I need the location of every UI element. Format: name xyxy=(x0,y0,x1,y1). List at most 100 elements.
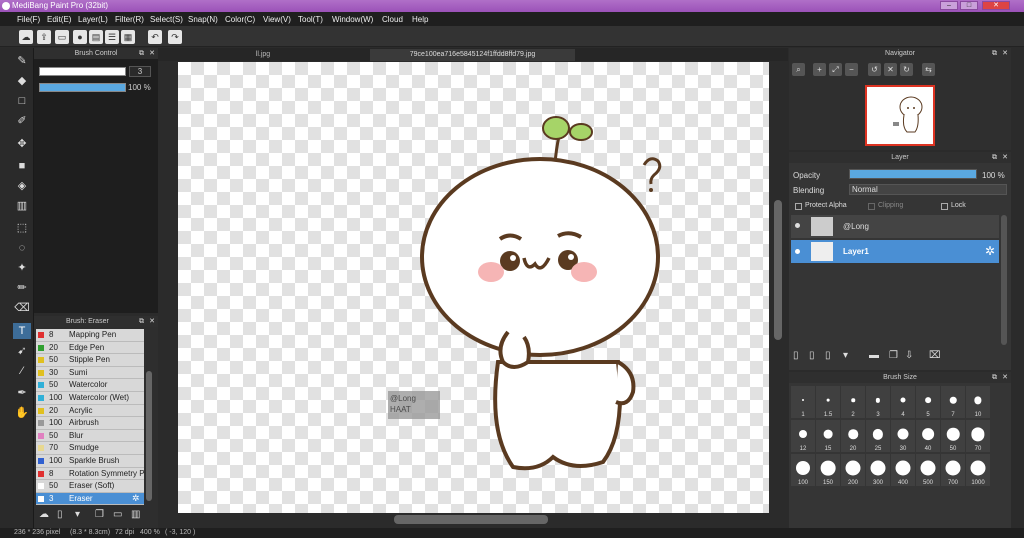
brush-item[interactable]: 3 Eraser ✲ xyxy=(36,492,144,506)
brush-item[interactable]: 100 Sparkle Brush xyxy=(36,455,144,468)
list-icon[interactable]: ☰ xyxy=(105,30,119,44)
brush-item[interactable]: 50 Watercolor xyxy=(36,379,144,392)
visibility-icon[interactable] xyxy=(795,223,800,228)
brush-size-option[interactable]: 700 xyxy=(941,454,965,486)
select-pen-icon[interactable]: ✏ xyxy=(13,280,31,296)
magic-wand-icon[interactable]: ✦ xyxy=(13,260,31,276)
close-panel-icon[interactable]: ✕ xyxy=(149,316,155,327)
operation-tool-icon[interactable]: ➹ xyxy=(13,343,31,359)
delete-brush-icon[interactable]: ▥ xyxy=(131,509,140,520)
select-tool-icon[interactable]: ⬚ xyxy=(13,220,31,236)
dropper-tool-icon[interactable]: ⁄ xyxy=(13,363,31,379)
cloud-icon[interactable]: ☁ xyxy=(19,30,33,44)
copy-brush-icon[interactable]: ❐ xyxy=(95,509,104,520)
navigator-thumbnail[interactable] xyxy=(865,85,935,146)
layer-opacity-slider[interactable] xyxy=(849,169,977,179)
flip-icon[interactable]: ⇆ xyxy=(922,63,935,76)
brush-size-option[interactable]: 5 xyxy=(916,386,940,418)
redo-icon[interactable]: ↷ xyxy=(168,30,182,44)
gradient-tool-icon[interactable]: ▥ xyxy=(13,198,31,214)
add-brush-icon[interactable]: ▾ xyxy=(75,509,80,520)
brush-item[interactable]: 50 Eraser (Soft) xyxy=(36,480,144,493)
brush-size-option[interactable]: 1 xyxy=(791,386,815,418)
layer-row-selected[interactable]: Layer1 ✲ xyxy=(791,240,999,263)
menu-cloud[interactable]: Cloud xyxy=(382,15,403,24)
brush-item[interactable]: 20 Acrylic xyxy=(36,404,144,418)
layer-list-scrollbar[interactable] xyxy=(1001,215,1007,345)
brush-opacity-slider[interactable] xyxy=(39,83,126,92)
brush-size-option[interactable]: 400 xyxy=(891,454,915,486)
brush-item[interactable]: 8 Rotation Symmetry Pe xyxy=(36,467,144,481)
brush-size-option[interactable]: 25 xyxy=(866,420,890,452)
brush-size-option[interactable]: 1000 xyxy=(966,454,990,486)
tab-active-document[interactable]: 79ce100ea716e5845124f1ffdd8ffd79.jpg xyxy=(370,49,575,61)
chat-icon[interactable]: ● xyxy=(73,30,87,44)
brush-settings-gear-icon[interactable]: ✲ xyxy=(132,493,140,504)
brush-size-option[interactable]: 200 xyxy=(841,454,865,486)
cloud-brush-icon[interactable]: ☁ xyxy=(39,509,49,520)
vertical-scroll-thumb[interactable] xyxy=(774,200,782,340)
menu-layer[interactable]: Layer(L) xyxy=(78,15,108,24)
brush-size-option[interactable]: 15 xyxy=(816,420,840,452)
menu-snap[interactable]: Snap(N) xyxy=(188,15,218,24)
brush-size-option[interactable]: 500 xyxy=(916,454,940,486)
menu-view[interactable]: View(V) xyxy=(263,15,291,24)
move-tool-icon[interactable]: ✥ xyxy=(13,136,31,152)
brush-item[interactable]: 8 Mapping Pen xyxy=(36,329,144,342)
brush-item[interactable]: 20 Edge Pen xyxy=(36,341,144,355)
fit-icon[interactable]: ⤢ xyxy=(829,63,842,76)
brush-size-option[interactable]: 300 xyxy=(866,454,890,486)
pen-tool-icon[interactable]: ✒ xyxy=(13,385,31,401)
canvas[interactable]: @Long HAAT xyxy=(178,62,769,513)
close-panel-icon[interactable]: ✕ xyxy=(1002,48,1008,59)
close-panel-icon[interactable]: ✕ xyxy=(149,48,155,59)
brush-size-option[interactable]: 1.5 xyxy=(816,386,840,418)
new-brush-icon[interactable]: ▯ xyxy=(57,509,63,520)
layer-settings-gear-icon[interactable]: ✲ xyxy=(985,244,995,258)
layer-row[interactable]: @Long xyxy=(791,215,999,238)
brush-item[interactable]: 50 Stipple Pen xyxy=(36,354,144,367)
menu-edit[interactable]: Edit(E) xyxy=(47,15,71,24)
brush-tool-icon[interactable]: ✎ xyxy=(13,53,31,69)
brush-size-option[interactable]: 3 xyxy=(866,386,890,418)
menu-file[interactable]: File(F) xyxy=(17,15,40,24)
undo-icon[interactable]: ↶ xyxy=(148,30,162,44)
float-icon[interactable]: ⧉ xyxy=(992,372,997,383)
brush-size-option[interactable]: 10 xyxy=(966,386,990,418)
comment-icon[interactable]: ▭ xyxy=(55,30,69,44)
clipping-checkbox[interactable] xyxy=(868,203,875,210)
horizontal-scroll-thumb[interactable] xyxy=(394,515,548,524)
protect-alpha-checkbox[interactable] xyxy=(795,203,802,210)
menu-window[interactable]: Window(W) xyxy=(332,15,373,24)
brush-size-option[interactable]: 2 xyxy=(841,386,865,418)
brush-size-option[interactable]: 50 xyxy=(941,420,965,452)
add-layer-menu-icon[interactable]: ▾ xyxy=(843,350,848,361)
brush-size-option[interactable]: 12 xyxy=(791,420,815,452)
float-icon[interactable]: ⧉ xyxy=(992,48,997,59)
brush-list-scrollbar[interactable] xyxy=(146,371,152,501)
brush-size-option[interactable]: 150 xyxy=(816,454,840,486)
reset-view-icon[interactable]: ✕ xyxy=(884,63,897,76)
brush-size-option[interactable]: 100 xyxy=(791,454,815,486)
zoom-out-icon[interactable]: − xyxy=(845,63,858,76)
brush-size-option[interactable]: 70 xyxy=(966,420,990,452)
grid-icon[interactable]: ▦ xyxy=(121,30,135,44)
brush-size-option[interactable]: 40 xyxy=(916,420,940,452)
menu-filter[interactable]: Filter(R) xyxy=(115,15,144,24)
upload-icon[interactable]: ⇪ xyxy=(37,30,51,44)
new-layer-icon[interactable]: ▯ xyxy=(793,350,799,361)
folder-icon[interactable]: ▭ xyxy=(113,509,122,520)
duplicate-layer-icon[interactable]: ❐ xyxy=(889,350,898,361)
brush-item[interactable]: 30 Sumi xyxy=(36,366,144,380)
brush-size-slider[interactable] xyxy=(39,67,126,76)
rotate-left-icon[interactable]: ↺ xyxy=(868,63,881,76)
zoom-icon[interactable]: ⌕ xyxy=(792,63,805,76)
page-icon[interactable]: ▤ xyxy=(89,30,103,44)
brush-size-option[interactable]: 4 xyxy=(891,386,915,418)
brush-item[interactable]: 100 Watercolor (Wet) xyxy=(36,392,144,405)
eraser-tool-icon[interactable]: ◆ xyxy=(13,73,31,89)
bucket-tool-icon[interactable]: ◈ xyxy=(13,178,31,194)
tab-ll[interactable]: ll.jpg xyxy=(208,49,318,61)
rectangle-select-icon[interactable]: □ xyxy=(13,93,31,109)
close-button[interactable]: ✕ xyxy=(982,1,1010,10)
